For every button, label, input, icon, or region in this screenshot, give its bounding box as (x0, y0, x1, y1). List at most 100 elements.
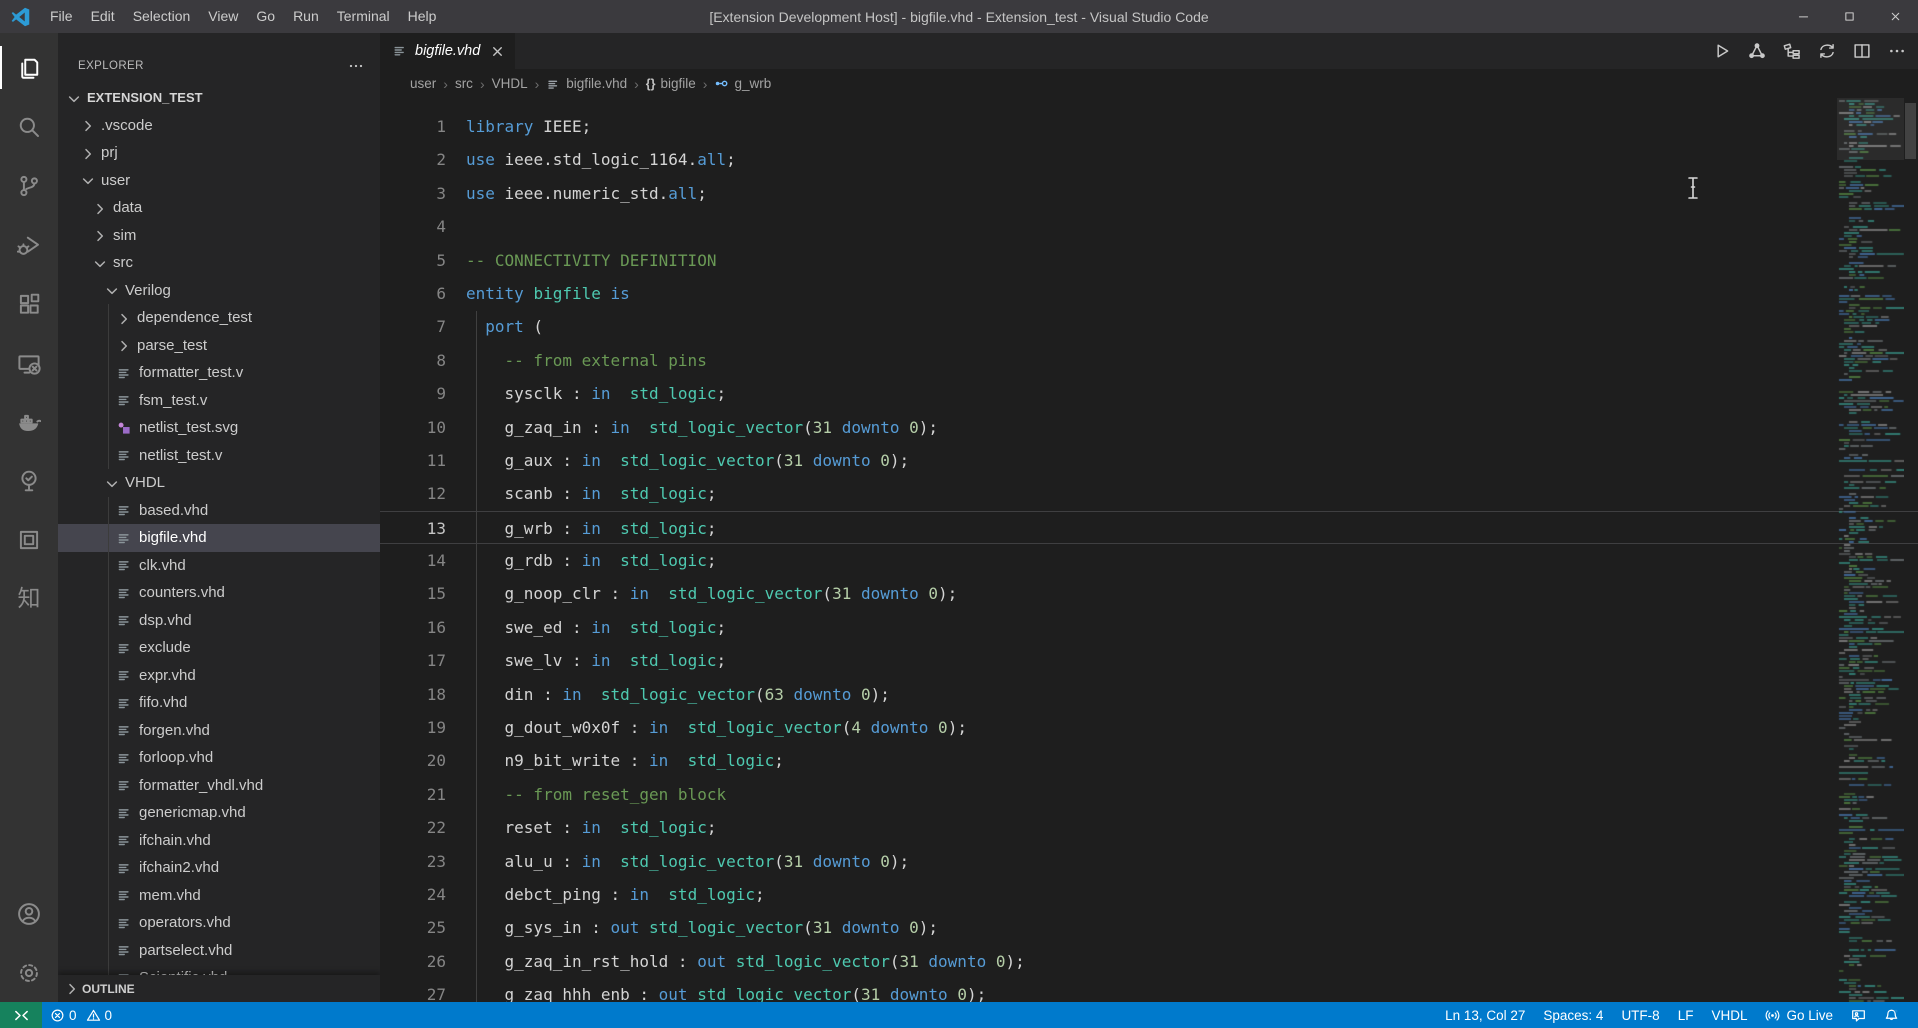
activity-run-and-debug-button[interactable] (0, 215, 58, 274)
status-eol[interactable]: LF (1669, 1002, 1703, 1028)
line-number[interactable]: 17 (380, 644, 446, 677)
more-actions-button[interactable] (1888, 42, 1906, 60)
code-line-26[interactable]: 26 g_zaq_in_rst_hold : out std_logic_vec… (380, 945, 1918, 978)
line-number[interactable]: 9 (380, 377, 446, 410)
hierarchy-button[interactable] (1783, 42, 1801, 60)
code-line-27[interactable]: 27 g_zaq_hhh_enb : out std_logic_vector(… (380, 978, 1918, 1002)
code-line-19[interactable]: 19 g_dout_w0x0f : in std_logic_vector(4 … (380, 711, 1918, 744)
breadcrumb-item-src[interactable]: src (455, 76, 473, 91)
tree-file-counters-vhd[interactable]: counters.vhd (58, 579, 380, 607)
code-line-10[interactable]: 10 g_zaq_in : in std_logic_vector(31 dow… (380, 411, 1918, 444)
code-line-13[interactable]: 13 g_wrb : in std_logic; (380, 510, 1918, 545)
split-editor-button[interactable] (1853, 42, 1871, 60)
code-line-5[interactable]: 5 -- CONNECTIVITY DEFINITION (380, 244, 1918, 277)
tree-file-partselect-vhd[interactable]: partselect.vhd (58, 936, 380, 964)
menu-help[interactable]: Help (399, 0, 446, 33)
close-icon[interactable] (490, 44, 505, 59)
tree-file-forloop-vhd[interactable]: forloop.vhd (58, 744, 380, 772)
menu-terminal[interactable]: Terminal (328, 0, 399, 33)
menu-go[interactable]: Go (247, 0, 284, 33)
minimize-button[interactable] (1780, 0, 1826, 33)
line-number[interactable]: 23 (380, 845, 446, 878)
code-line-2[interactable]: 2 use ieee.std_logic_1164.all; (380, 143, 1918, 176)
tree-file-genericmap-vhd[interactable]: genericmap.vhd (58, 799, 380, 827)
tree-folder-prj[interactable]: prj (58, 139, 380, 167)
activity-frame-tool-button[interactable] (0, 510, 58, 569)
activity-docker-button[interactable] (0, 392, 58, 451)
line-number[interactable]: 19 (380, 711, 446, 744)
status-cursor-position[interactable]: Ln 13, Col 27 (1436, 1002, 1534, 1028)
tree-file-ifchain-vhd[interactable]: ifchain.vhd (58, 826, 380, 854)
minimap[interactable] (1837, 98, 1904, 1002)
line-number[interactable]: 2 (380, 143, 446, 176)
line-number[interactable]: 20 (380, 744, 446, 777)
tree-root-extension-test[interactable]: EXTENSION_TEST (58, 84, 380, 112)
tree-file-ifchain2-vhd[interactable]: ifchain2.vhd (58, 854, 380, 882)
code-line-1[interactable]: 1 library IEEE; (380, 110, 1918, 143)
activity-testing-button[interactable] (0, 451, 58, 510)
tree-file-expr-vhd[interactable]: expr.vhd (58, 661, 380, 689)
line-number[interactable]: 21 (380, 778, 446, 811)
activity-kanji-extension-button[interactable]: 知 (0, 569, 58, 628)
line-number[interactable]: 7 (380, 310, 446, 343)
tree-folder-user[interactable]: user (58, 167, 380, 195)
more-actions-icon[interactable] (346, 56, 366, 76)
line-number[interactable]: 11 (380, 444, 446, 477)
tree-file-clk-vhd[interactable]: clk.vhd (58, 551, 380, 579)
line-number[interactable]: 22 (380, 811, 446, 844)
tree-file-formatter-test-v[interactable]: formatter_test.v (58, 359, 380, 387)
tree-file-dsp-vhd[interactable]: dsp.vhd (58, 606, 380, 634)
sync-button[interactable] (1818, 42, 1836, 60)
code-line-23[interactable]: 23 alu_u : in std_logic_vector(31 downto… (380, 845, 1918, 878)
close-button[interactable] (1872, 0, 1918, 33)
activity-search-button[interactable] (0, 97, 58, 156)
code-line-15[interactable]: 15 g_noop_clr : in std_logic_vector(31 d… (380, 577, 1918, 610)
minimap-viewport[interactable] (1837, 98, 1904, 160)
netlist-viewer-button[interactable] (1748, 42, 1766, 60)
tree-file-mem-vhd[interactable]: mem.vhd (58, 881, 380, 909)
tree-folder-data[interactable]: data (58, 194, 380, 222)
breadcrumb-item-user[interactable]: user (410, 76, 436, 91)
line-number[interactable]: 1 (380, 110, 446, 143)
code-line-9[interactable]: 9 sysclk : in std_logic; (380, 377, 1918, 410)
code-line-16[interactable]: 16 swe_ed : in std_logic; (380, 611, 1918, 644)
menu-edit[interactable]: Edit (82, 0, 124, 33)
remote-indicator[interactable] (0, 1002, 42, 1028)
line-number[interactable]: 6 (380, 277, 446, 310)
line-number[interactable]: 24 (380, 878, 446, 911)
activity-extensions-button[interactable] (0, 274, 58, 333)
status-indentation[interactable]: Spaces: 4 (1534, 1002, 1612, 1028)
tree-folder-dependence-test[interactable]: dependence_test (58, 304, 380, 332)
tree-file-operators-vhd[interactable]: operators.vhd (58, 909, 380, 937)
tree-file-based-vhd[interactable]: based.vhd (58, 496, 380, 524)
line-number[interactable]: 13 (380, 512, 446, 543)
code-area[interactable]: 1 library IEEE; 2 use ieee.std_logic_1164.a… (380, 98, 1918, 1002)
code-line-25[interactable]: 25 g_sys_in : out std_logic_vector(31 do… (380, 911, 1918, 944)
line-number[interactable]: 10 (380, 411, 446, 444)
activity-manage-button[interactable] (0, 943, 58, 1002)
status-language-mode[interactable]: VHDL (1702, 1002, 1756, 1028)
tree-file-fifo-vhd[interactable]: fifo.vhd (58, 689, 380, 717)
menu-run[interactable]: Run (284, 0, 328, 33)
menu-selection[interactable]: Selection (124, 0, 200, 33)
code-line-6[interactable]: 6 entity bigfile is (380, 277, 1918, 310)
code-line-18[interactable]: 18 din : in std_logic_vector(63 downto 0… (380, 678, 1918, 711)
code-line-22[interactable]: 22 reset : in std_logic; (380, 811, 1918, 844)
tree-file-forgen-vhd[interactable]: forgen.vhd (58, 716, 380, 744)
status-go-live[interactable]: Go Live (1756, 1002, 1842, 1028)
activity-remote-explorer-button[interactable] (0, 333, 58, 392)
breadcrumb-item-bigfile-vhd[interactable]: bigfile.vhd (546, 76, 627, 91)
line-number[interactable]: 16 (380, 611, 446, 644)
problems-status[interactable]: 00 (42, 1002, 120, 1028)
code-line-11[interactable]: 11 g_aux : in std_logic_vector(31 downto… (380, 444, 1918, 477)
line-number[interactable]: 3 (380, 177, 446, 210)
status-feedback[interactable] (1842, 1002, 1875, 1028)
code-line-12[interactable]: 12 scanb : in std_logic; (380, 477, 1918, 510)
breadcrumb-item-vhdl[interactable]: VHDL (492, 76, 528, 91)
line-number[interactable]: 26 (380, 945, 446, 978)
tree-file-netlist-test-svg[interactable]: netlist_test.svg (58, 414, 380, 442)
tree-folder-parse-test[interactable]: parse_test (58, 331, 380, 359)
tree-file-exclude[interactable]: exclude (58, 634, 380, 662)
activity-explorer-button[interactable] (0, 38, 58, 97)
tree-folder-sim[interactable]: sim (58, 222, 380, 250)
